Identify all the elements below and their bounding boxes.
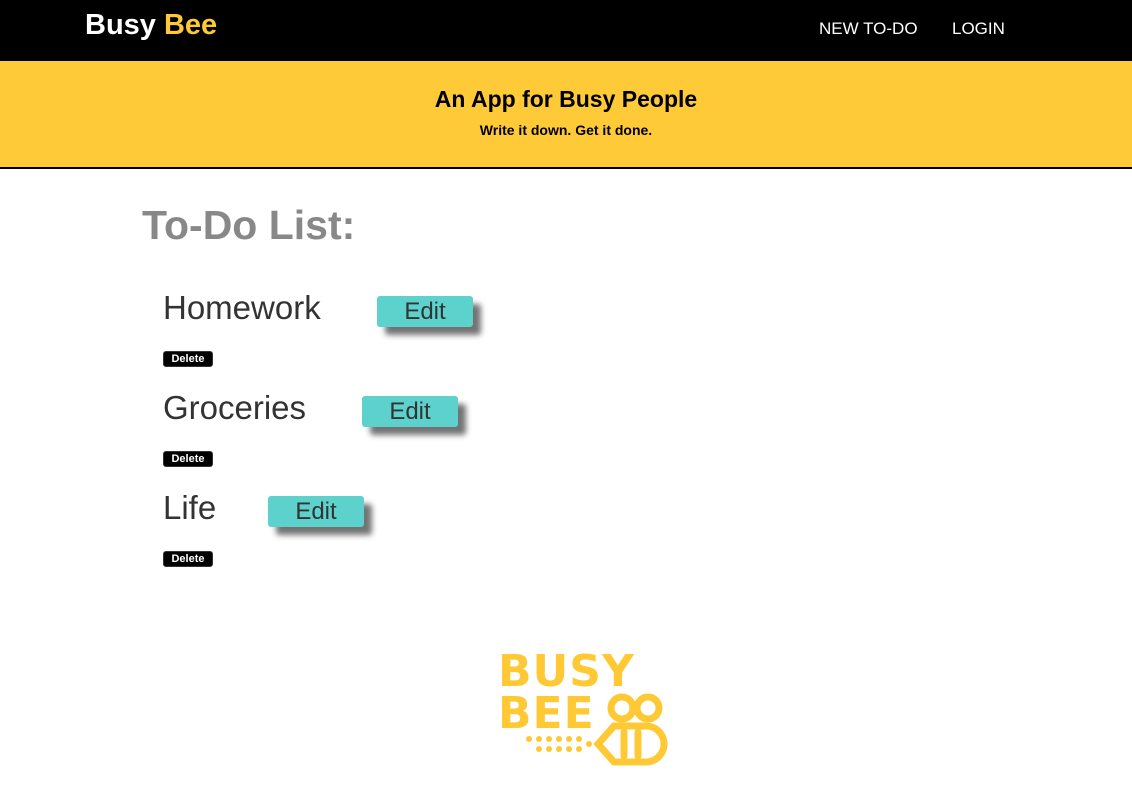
hero-subtitle: Write it down. Get it done. [479, 122, 653, 138]
edit-button[interactable]: Edit [268, 496, 364, 527]
brand-logo-link[interactable]: Busy Bee [85, 8, 217, 42]
bee-icon [593, 693, 668, 766]
hero-banner: An App for Busy People Write it down. Ge… [0, 61, 1132, 169]
delete-button[interactable]: Delete [163, 351, 213, 367]
nav-login-link[interactable]: LOGIN [952, 19, 1005, 39]
brand-word-busy: Busy [85, 9, 156, 41]
nav-new-todo-link[interactable]: NEW TO-DO [819, 19, 918, 39]
todo-list-heading: To-Do List: [142, 202, 356, 248]
todo-item-name: Groceries [163, 389, 307, 426]
delete-button[interactable]: Delete [163, 451, 213, 467]
logo-word-bee: BEE [498, 688, 595, 739]
busy-bee-logo: BUSY BEE [498, 646, 668, 766]
edit-button[interactable]: Edit [377, 296, 473, 327]
edit-button[interactable]: Edit [362, 396, 458, 427]
hero-title: An App for Busy People [434, 86, 698, 112]
delete-button[interactable]: Delete [163, 551, 213, 567]
todo-item-name: Homework [163, 289, 321, 326]
todo-item-name: Life [163, 489, 217, 526]
navbar: Busy Bee NEW TO-DO LOGIN [0, 0, 1132, 61]
brand-word-bee: Bee [163, 9, 218, 41]
